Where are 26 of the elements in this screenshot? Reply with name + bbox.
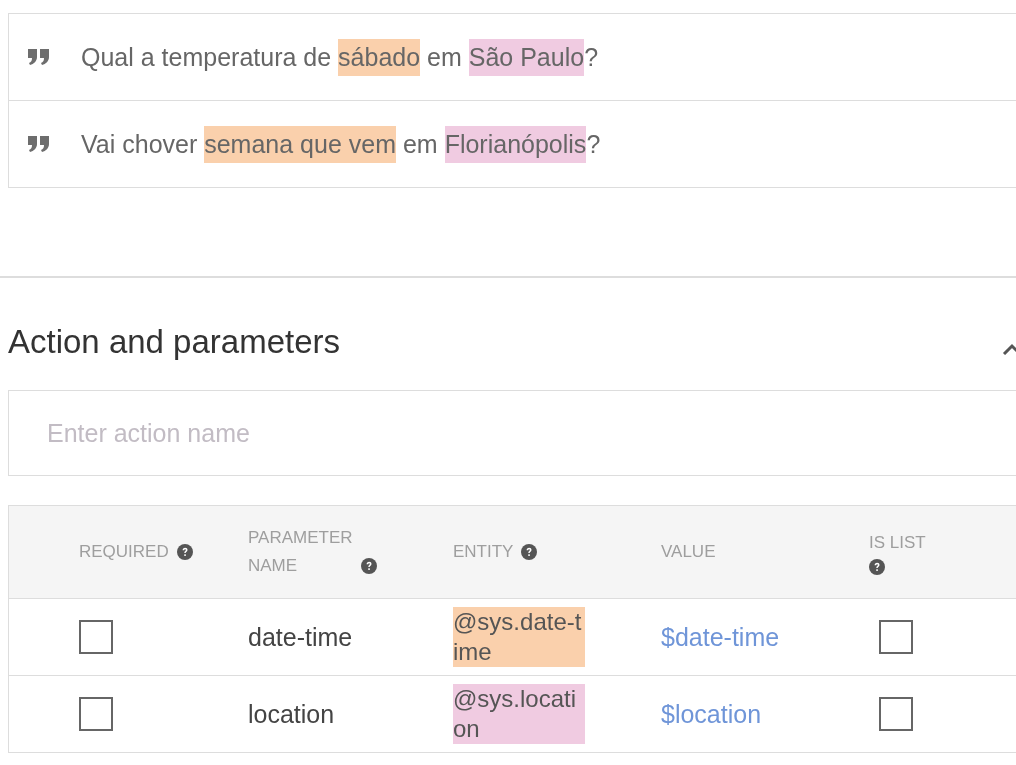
help-icon[interactable] [176,544,193,560]
quote-icon [27,49,51,65]
training-phrase[interactable]: Vai chover semana que vem em Florianópolis? [81,125,601,163]
action-name-field[interactable]: Enter action name [8,390,1016,476]
section-title: Action and parameters [8,323,340,361]
is-list-checkbox[interactable] [879,697,913,731]
help-icon[interactable] [521,544,538,560]
parameter-value: $location [661,699,762,729]
parameter-value: $date-time [661,622,780,652]
column-header: VALUE [661,541,716,563]
entity-name: @sys.date-time [453,607,585,667]
help-icon[interactable] [360,558,377,574]
is-list-checkbox[interactable] [879,620,913,654]
column-header: PARAMETER NAME [248,527,353,577]
chevron-up-icon[interactable] [1002,343,1016,355]
help-icon[interactable] [869,559,885,575]
entity-name: @sys.location [453,684,585,744]
required-checkbox[interactable] [79,620,113,654]
column-header: ENTITY [453,541,514,563]
required-checkbox[interactable] [79,697,113,731]
parameter-name: location [248,699,335,729]
parameter-name: date-time [248,622,353,652]
training-phrase[interactable]: Qual a temperatura de sábado em São Paulo? [81,38,599,76]
quote-icon [27,136,51,152]
column-header: IS LIST [869,532,926,554]
column-header: REQUIRED [79,541,169,563]
